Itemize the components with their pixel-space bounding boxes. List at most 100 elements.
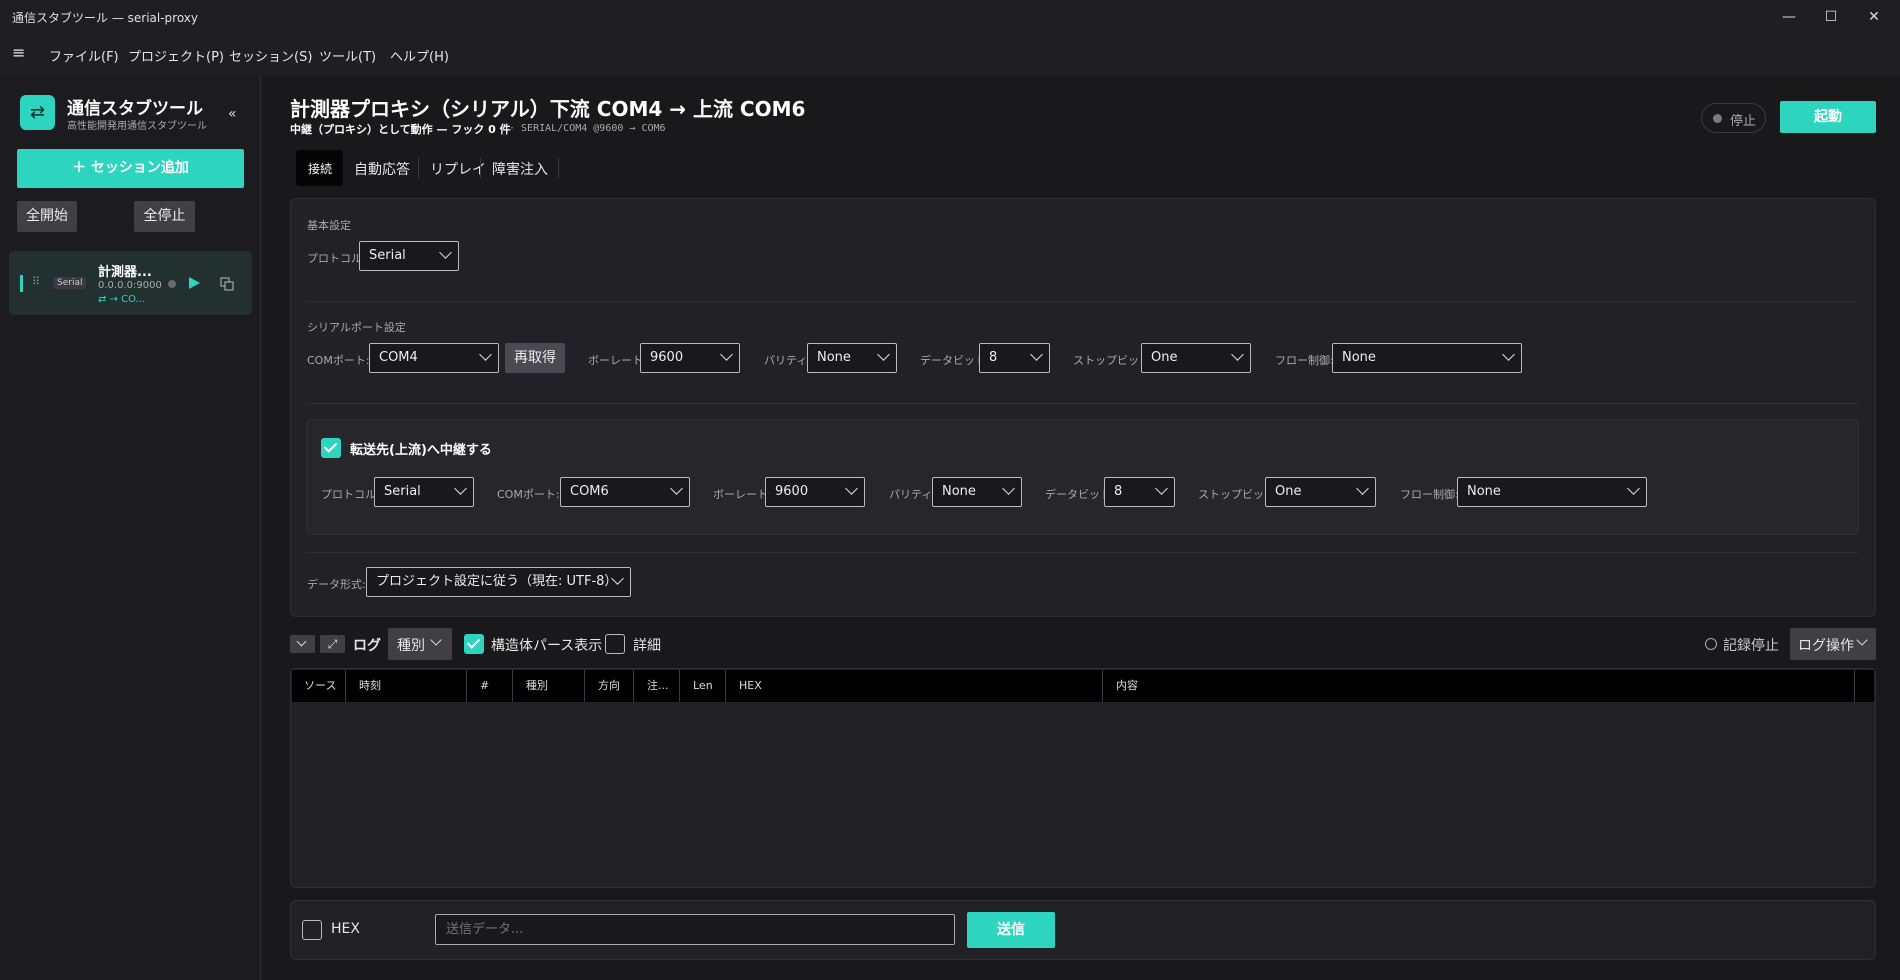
menu-tool[interactable]: ツール(T) [319, 46, 376, 65]
fwd-parity-value: None [942, 484, 976, 499]
tab-divider [418, 158, 419, 178]
col-note[interactable]: 注... [647, 670, 669, 702]
chevron-down-icon [845, 482, 858, 495]
col-number[interactable]: # [480, 670, 489, 702]
protocol-label: プロトコル: [307, 252, 366, 265]
fwd-parity-label: パリティ: [889, 488, 937, 501]
col-len[interactable]: Len [693, 670, 713, 702]
fwd-flow-label: フロー制御: [1400, 488, 1459, 501]
forward-label: 転送先(上流)へ中継する [350, 443, 492, 458]
chevron-down-icon [1502, 348, 1515, 361]
baud-select[interactable]: 9600 [640, 343, 740, 373]
fwd-flow-select[interactable]: None [1457, 477, 1647, 507]
com-port-select[interactable]: COM4 [369, 343, 499, 373]
parity-select[interactable]: None [807, 343, 897, 373]
active-indicator [20, 275, 23, 292]
parity-label: パリティ: [764, 354, 812, 367]
fwd-stopbits-select[interactable]: One [1265, 477, 1376, 507]
chevron-down-icon [877, 348, 890, 361]
drag-handle-icon[interactable]: ⠿ [32, 275, 40, 288]
refresh-ports-button[interactable]: 再取得 [505, 343, 565, 373]
status-indicator [1713, 114, 1722, 123]
databits-value: 8 [989, 350, 998, 365]
forward-checkbox[interactable] [321, 438, 341, 458]
log-title: ログ [353, 638, 381, 654]
fwd-com-select[interactable]: COM6 [560, 477, 690, 507]
tab-connection[interactable]: 接続 [296, 150, 343, 186]
fwd-databits-value: 8 [1114, 484, 1123, 499]
com-port-label: COMポート: [307, 354, 370, 367]
chevron-down-icon [296, 636, 307, 647]
settings-card [290, 198, 1876, 617]
menu-session[interactable]: セッション(S) [229, 46, 312, 65]
hamburger-icon[interactable]: ≡ [12, 43, 25, 62]
duplicate-icon[interactable] [220, 277, 234, 291]
expand-log-button[interactable]: ⤢ [320, 635, 345, 653]
play-icon[interactable] [187, 276, 201, 290]
databits-select[interactable]: 8 [979, 343, 1050, 373]
session-route: ⇄ → CO... [98, 294, 146, 305]
detail-checkbox[interactable] [605, 634, 625, 654]
format-select[interactable]: プロジェクト設定に従う（現在: UTF-8） [366, 567, 631, 597]
stopbits-select[interactable]: One [1141, 343, 1251, 373]
fwd-flow-value: None [1467, 484, 1501, 499]
collapse-log-button[interactable] [290, 635, 315, 653]
protocol-badge: Serial [53, 277, 87, 289]
serial-section-title: シリアルポート設定 [307, 321, 406, 334]
stop-all-button[interactable]: 全停止 [134, 201, 195, 232]
hex-label: HEX [331, 921, 360, 937]
record-stop-label[interactable]: 記録停止 [1723, 635, 1779, 655]
chevron-down-icon [720, 348, 733, 361]
log-table-header: ソース 時刻 # 種別 方向 注... Len HEX 内容 [292, 670, 1874, 702]
minimize-button[interactable]: — [1766, 0, 1812, 34]
tab-auto-response[interactable]: 自動応答 [354, 159, 410, 179]
record-stop-icon[interactable] [1705, 638, 1717, 650]
fwd-protocol-select[interactable]: Serial [374, 477, 474, 507]
chevron-down-icon [1030, 348, 1043, 361]
hex-checkbox[interactable] [302, 920, 322, 940]
tab-label: 接続 [308, 162, 333, 176]
page-subtitle: 中継（プロキシ）として動作 — フック 0 件 [290, 123, 511, 136]
fwd-parity-select[interactable]: None [932, 477, 1022, 507]
collapse-sidebar-icon[interactable]: « [228, 106, 237, 122]
chevron-down-icon [1155, 482, 1168, 495]
menu-project[interactable]: プロジェクト(P) [128, 46, 224, 65]
send-button[interactable]: 送信 [967, 912, 1055, 948]
chevron-down-icon [1856, 634, 1868, 646]
flow-select[interactable]: None [1332, 343, 1522, 373]
divider [306, 301, 1859, 302]
col-hex[interactable]: HEX [739, 670, 762, 702]
close-button[interactable]: ✕ [1851, 0, 1897, 34]
fwd-databits-select[interactable]: 8 [1104, 477, 1175, 507]
log-kind-filter[interactable]: 種別 [388, 628, 452, 660]
log-kind-label: 種別 [397, 638, 425, 654]
maximize-button[interactable]: ☐ [1808, 0, 1854, 34]
status-pill: 停止 [1701, 103, 1766, 133]
start-all-button[interactable]: 全開始 [17, 201, 77, 232]
tab-replay[interactable]: リプレイ [430, 159, 486, 179]
log-ops-button[interactable]: ログ操作 [1790, 628, 1876, 660]
fwd-stopbits-value: One [1275, 484, 1302, 499]
session-list-item[interactable]: ⠿ Serial 計測器... 0.0.0.0:9000 ⇄ → CO... [9, 251, 252, 315]
stopbits-value: One [1151, 350, 1178, 365]
col-direction[interactable]: 方向 [598, 670, 620, 702]
tab-divider [558, 158, 559, 178]
struct-parse-checkbox[interactable] [464, 634, 484, 654]
col-time[interactable]: 時刻 [359, 670, 381, 702]
chevron-down-icon [670, 482, 683, 495]
start-button[interactable]: 起動 [1780, 101, 1876, 133]
col-kind[interactable]: 種別 [526, 670, 548, 702]
send-data-input[interactable] [435, 914, 955, 945]
log-ops-label: ログ操作 [1798, 638, 1854, 654]
protocol-select[interactable]: Serial [359, 241, 459, 271]
add-session-button[interactable]: ＋ セッション追加 [17, 149, 244, 188]
col-content[interactable]: 内容 [1116, 670, 1138, 702]
fwd-protocol-label: プロトコル: [321, 488, 380, 501]
status-text: 停止 [1730, 114, 1757, 129]
menu-file[interactable]: ファイル(F) [49, 46, 119, 65]
menu-help[interactable]: ヘルプ(H) [390, 46, 449, 65]
tab-fault-injection[interactable]: 障害注入 [492, 159, 548, 179]
protocol-value: Serial [369, 248, 406, 263]
fwd-baud-select[interactable]: 9600 [765, 477, 865, 507]
col-source[interactable]: ソース [304, 670, 336, 702]
